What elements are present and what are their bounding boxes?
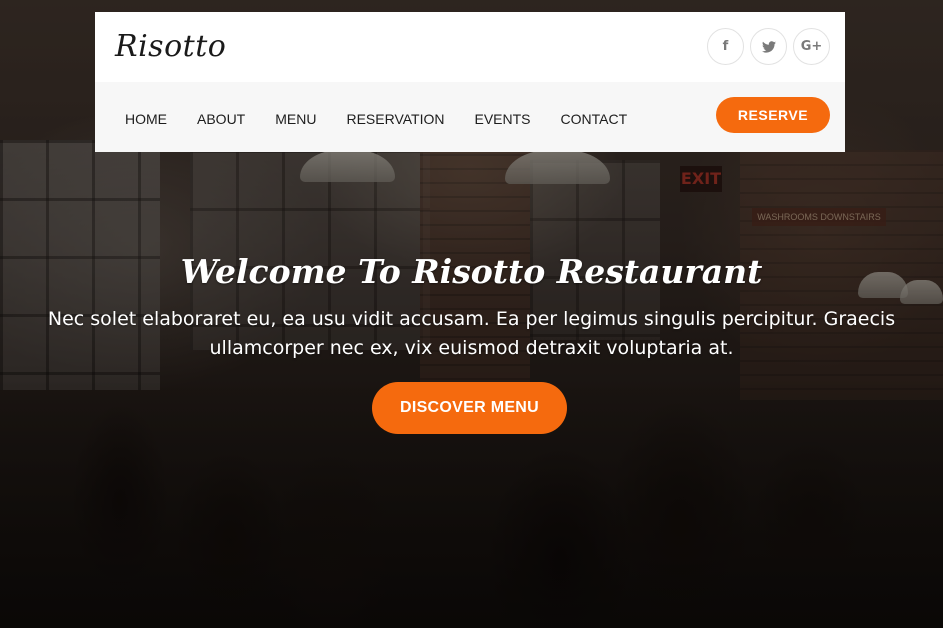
nav-item-contact[interactable]: CONTACT [561,106,628,128]
nav-item-reservation[interactable]: RESERVATION [346,106,444,128]
nav-menu: HOME ABOUT MENU RESERVATION EVENTS CONTA… [125,82,657,152]
reserve-button[interactable]: RESERVE [716,97,830,133]
social-links: f G+ [707,28,830,65]
nav-item-events[interactable]: EVENTS [475,106,531,128]
facebook-button[interactable]: f [707,28,744,65]
nav-item-menu[interactable]: MENU [275,106,316,128]
discover-menu-button[interactable]: DISCOVER MENU [372,382,567,434]
google-plus-button[interactable]: G+ [793,28,830,65]
nav-item-about[interactable]: ABOUT [197,106,245,128]
main-navigation: HOME ABOUT MENU RESERVATION EVENTS CONTA… [95,82,845,152]
google-plus-icon: G+ [800,39,823,54]
twitter-icon [761,40,776,53]
hero-subtitle: Nec solet elaboraret eu, ea usu vidit ac… [47,308,896,359]
facebook-icon: f [722,39,729,54]
site-logo[interactable]: Risotto [115,30,226,64]
twitter-button[interactable] [750,28,787,65]
nav-item-home[interactable]: HOME [125,106,167,128]
site-header: Risotto f G+ HOME ABOUT MENU RESERVATION [95,12,845,152]
hero-title: Welcome To Risotto Restaurant [180,252,763,291]
header-top-bar: Risotto f G+ [95,12,845,82]
